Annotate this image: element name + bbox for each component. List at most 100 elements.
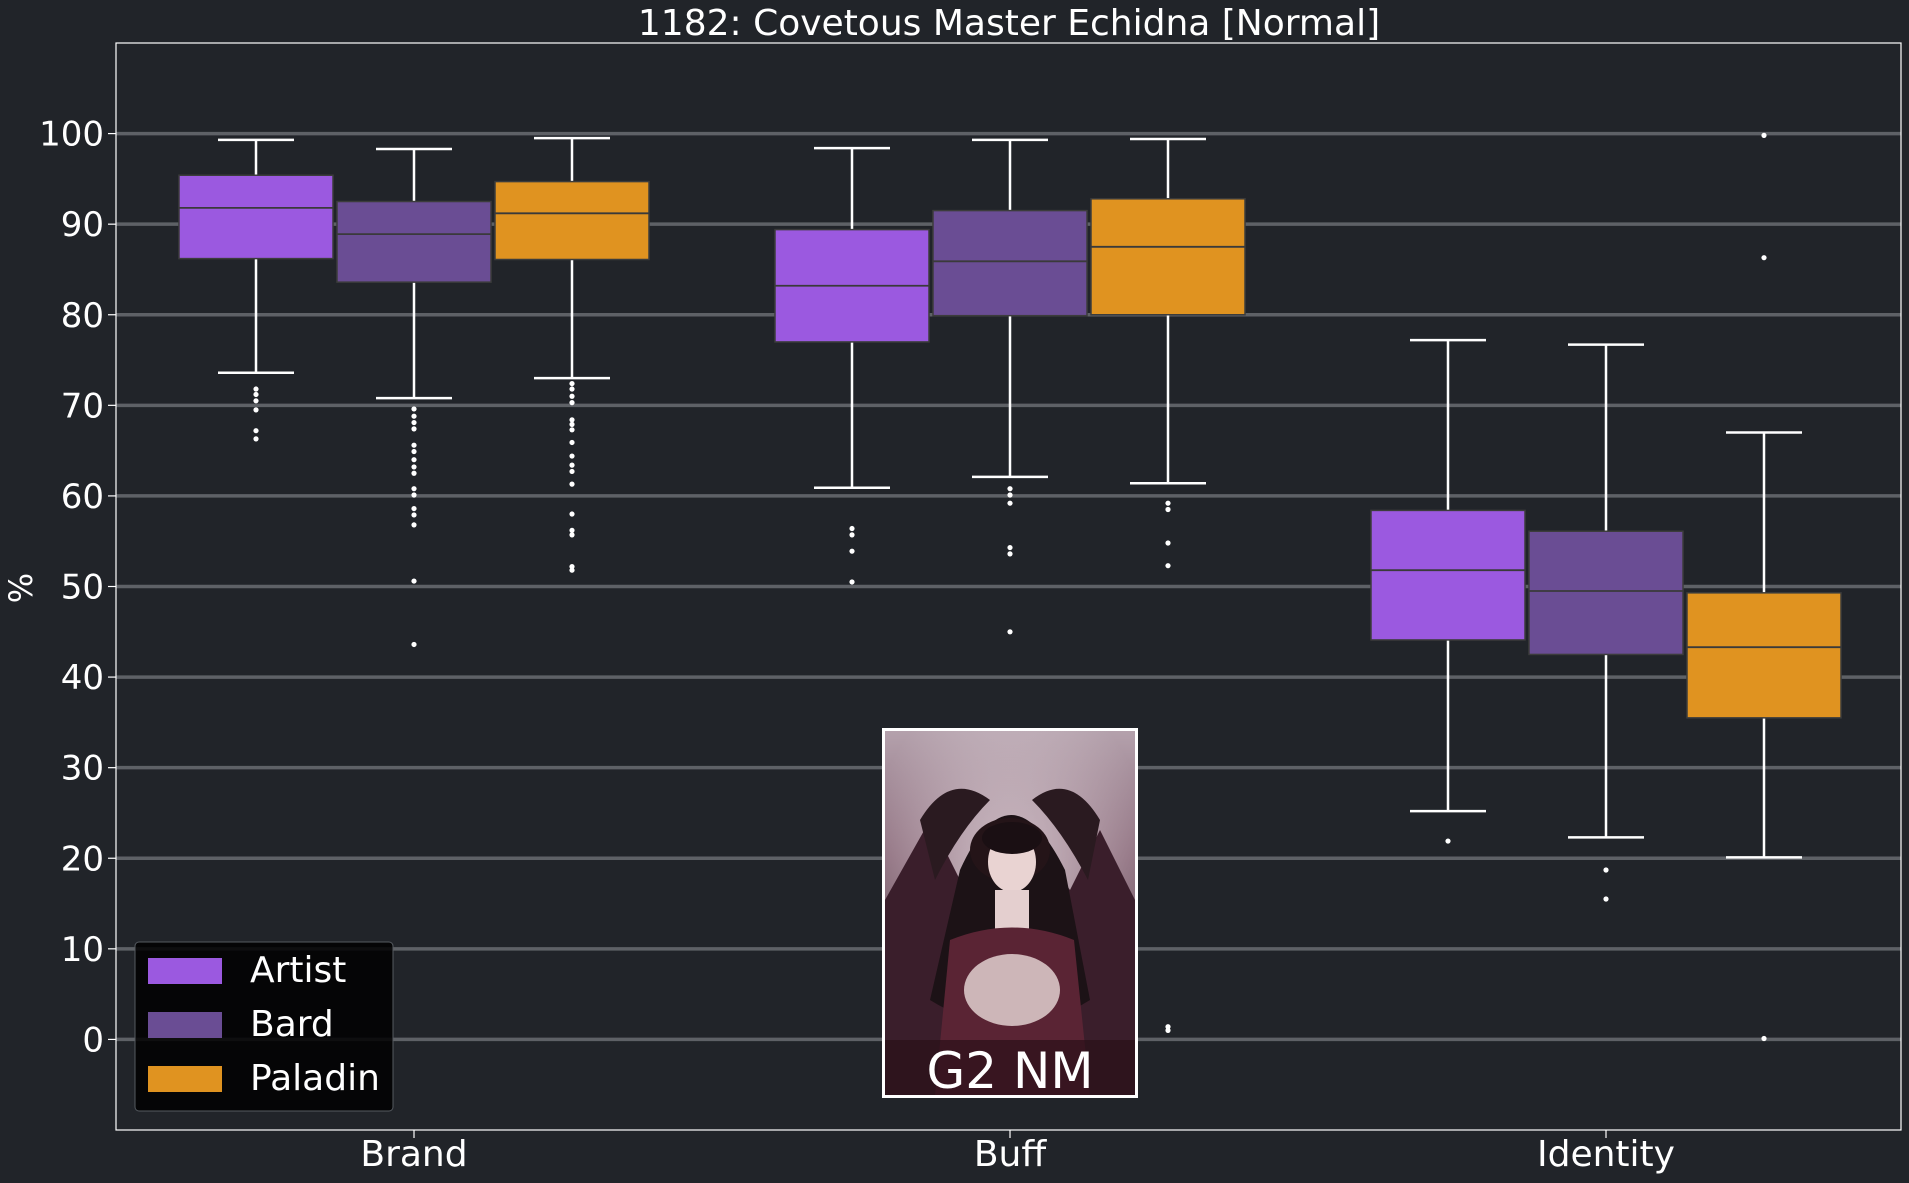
y-axis-label: % [2, 573, 40, 603]
y-tick-label-10: 10 [61, 930, 104, 970]
x-tick-labels: Brand Buff Identity [360, 1130, 1675, 1175]
y-tick-label-40: 40 [61, 658, 104, 698]
outlier-artist-brand-2 [253, 398, 259, 404]
iqr-box-bard-identity [1528, 530, 1684, 656]
outlier-paladin-brand-1 [569, 386, 575, 392]
outlier-bard-identity-1 [1603, 896, 1609, 902]
box-bard-buff [932, 138, 1088, 635]
outlier-artist-brand-3 [253, 407, 259, 413]
outlier-paladin-buff-0 [1165, 500, 1171, 506]
outlier-bard-identity-0 [1603, 867, 1609, 873]
outlier-paladin-buff-3 [1165, 563, 1171, 569]
outlier-paladin-buff-1 [1165, 506, 1171, 513]
y-tick-label-60: 60 [61, 477, 104, 517]
outlier-bard-brand-11 [411, 505, 417, 512]
outlier-artist-brand-0 [253, 386, 259, 392]
outlier-artist-identity-0 [1445, 838, 1451, 844]
outlier-bard-buff-3 [1007, 544, 1013, 551]
iqr-box-paladin-brand [494, 180, 650, 261]
outlier-bard-buff-2 [1007, 500, 1013, 506]
outlier-artist-buff-1 [849, 532, 855, 538]
legend-label-bard: Bard [250, 1004, 334, 1045]
outlier-bard-brand-7 [411, 464, 417, 470]
outlier-paladin-brand-11 [569, 481, 575, 487]
outlier-bard-brand-12 [411, 512, 417, 518]
box-artist-brand [178, 138, 334, 442]
outlier-paladin-brand-9 [569, 462, 575, 468]
outlier-bard-brand-15 [411, 641, 417, 648]
x-tick-label-brand: Brand [360, 1134, 467, 1175]
outlier-bard-brand-9 [411, 486, 417, 492]
iqr-box-paladin-identity [1686, 592, 1842, 719]
y-tick-label-50: 50 [61, 568, 104, 608]
y-tick-label-80: 80 [61, 296, 104, 336]
iqr-box-bard-buff [932, 209, 1088, 317]
chart-title: 1182: Covetous Master Echidna [Normal] [638, 3, 1380, 44]
iqr-box-artist-identity [1370, 509, 1526, 641]
outlier-artist-buff-0 [849, 525, 855, 532]
outlier-bard-brand-3 [411, 426, 417, 432]
iqr-box-bard-brand [336, 200, 492, 283]
outlier-artist-brand-5 [253, 436, 259, 442]
x-tick-label-identity: Identity [1537, 1134, 1675, 1175]
outlier-bard-brand-1 [411, 413, 417, 419]
outlier-bard-buff-5 [1007, 629, 1013, 635]
y-tick-label-20: 20 [61, 839, 104, 879]
box-bard-brand [336, 147, 492, 648]
legend-label-paladin: Paladin [250, 1058, 380, 1099]
y-tick-label-30: 30 [61, 749, 104, 789]
outlier-bard-buff-4 [1007, 551, 1013, 557]
box-artist-buff [774, 146, 930, 585]
outlier-paladin-brand-3 [569, 400, 575, 406]
legend: Artist Bard Paladin [134, 941, 394, 1112]
outlier-artist-buff-2 [849, 548, 855, 554]
outlier-paladin-brand-12 [569, 511, 575, 517]
outlier-bard-buff-1 [1007, 492, 1013, 498]
outlier-bard-brand-4 [411, 442, 417, 448]
legend-swatch-paladin [148, 1066, 222, 1092]
outlier-bard-brand-6 [411, 457, 417, 463]
outlier-paladin-brand-16 [569, 567, 575, 573]
y-tick-label-90: 90 [61, 205, 104, 245]
legend-swatch-artist [148, 958, 222, 984]
y-tick-label-0: 0 [82, 1020, 104, 1060]
outlier-paladin-brand-0 [569, 380, 575, 387]
outlier-bard-brand-14 [411, 578, 417, 584]
outlier-bard-brand-13 [411, 522, 417, 528]
inset-caption: G2 NM [927, 1042, 1094, 1100]
outlier-bard-brand-0 [411, 406, 417, 412]
outlier-bard-brand-10 [411, 492, 417, 498]
boss-portrait-image: G2 NM [882, 728, 1138, 1100]
outlier-paladin-identity-0 [1761, 132, 1767, 138]
legend-swatch-bard [148, 1012, 222, 1038]
outlier-paladin-brand-4 [569, 417, 575, 423]
x-tick-label-buff: Buff [974, 1134, 1048, 1175]
box-paladin-brand [494, 136, 650, 573]
y-tick-label-100: 100 [39, 115, 104, 155]
box-bard-identity [1528, 343, 1684, 902]
box-plot-chart: 1182: Covetous Master Echidna [Normal] %… [2, 3, 1902, 1175]
outlier-paladin-brand-5 [569, 421, 575, 427]
outlier-paladin-brand-14 [569, 532, 575, 538]
outlier-paladin-brand-7 [569, 439, 575, 446]
outlier-paladin-brand-6 [569, 427, 575, 433]
outlier-artist-brand-1 [253, 391, 259, 398]
outlier-paladin-brand-2 [569, 393, 575, 399]
y-tick-label-70: 70 [61, 386, 104, 426]
outlier-paladin-buff-5 [1165, 1027, 1171, 1033]
outlier-paladin-brand-8 [569, 453, 575, 459]
outlier-paladin-brand-10 [569, 468, 575, 475]
outlier-paladin-identity-2 [1761, 1035, 1767, 1042]
outlier-paladin-identity-1 [1761, 255, 1767, 261]
outlier-bard-brand-8 [411, 470, 417, 476]
iqr-box-artist-brand [178, 174, 334, 260]
outlier-bard-brand-5 [411, 448, 417, 455]
y-tick-labels: 0 10 20 30 40 50 60 70 80 90 100 [39, 115, 116, 1060]
outlier-artist-buff-3 [849, 579, 855, 585]
outlier-bard-buff-0 [1007, 486, 1013, 492]
iqr-box-paladin-buff [1090, 198, 1246, 316]
legend-label-artist: Artist [250, 950, 346, 991]
outlier-paladin-brand-13 [569, 527, 575, 533]
outlier-paladin-buff-2 [1165, 540, 1171, 546]
outlier-bard-brand-2 [411, 419, 417, 426]
